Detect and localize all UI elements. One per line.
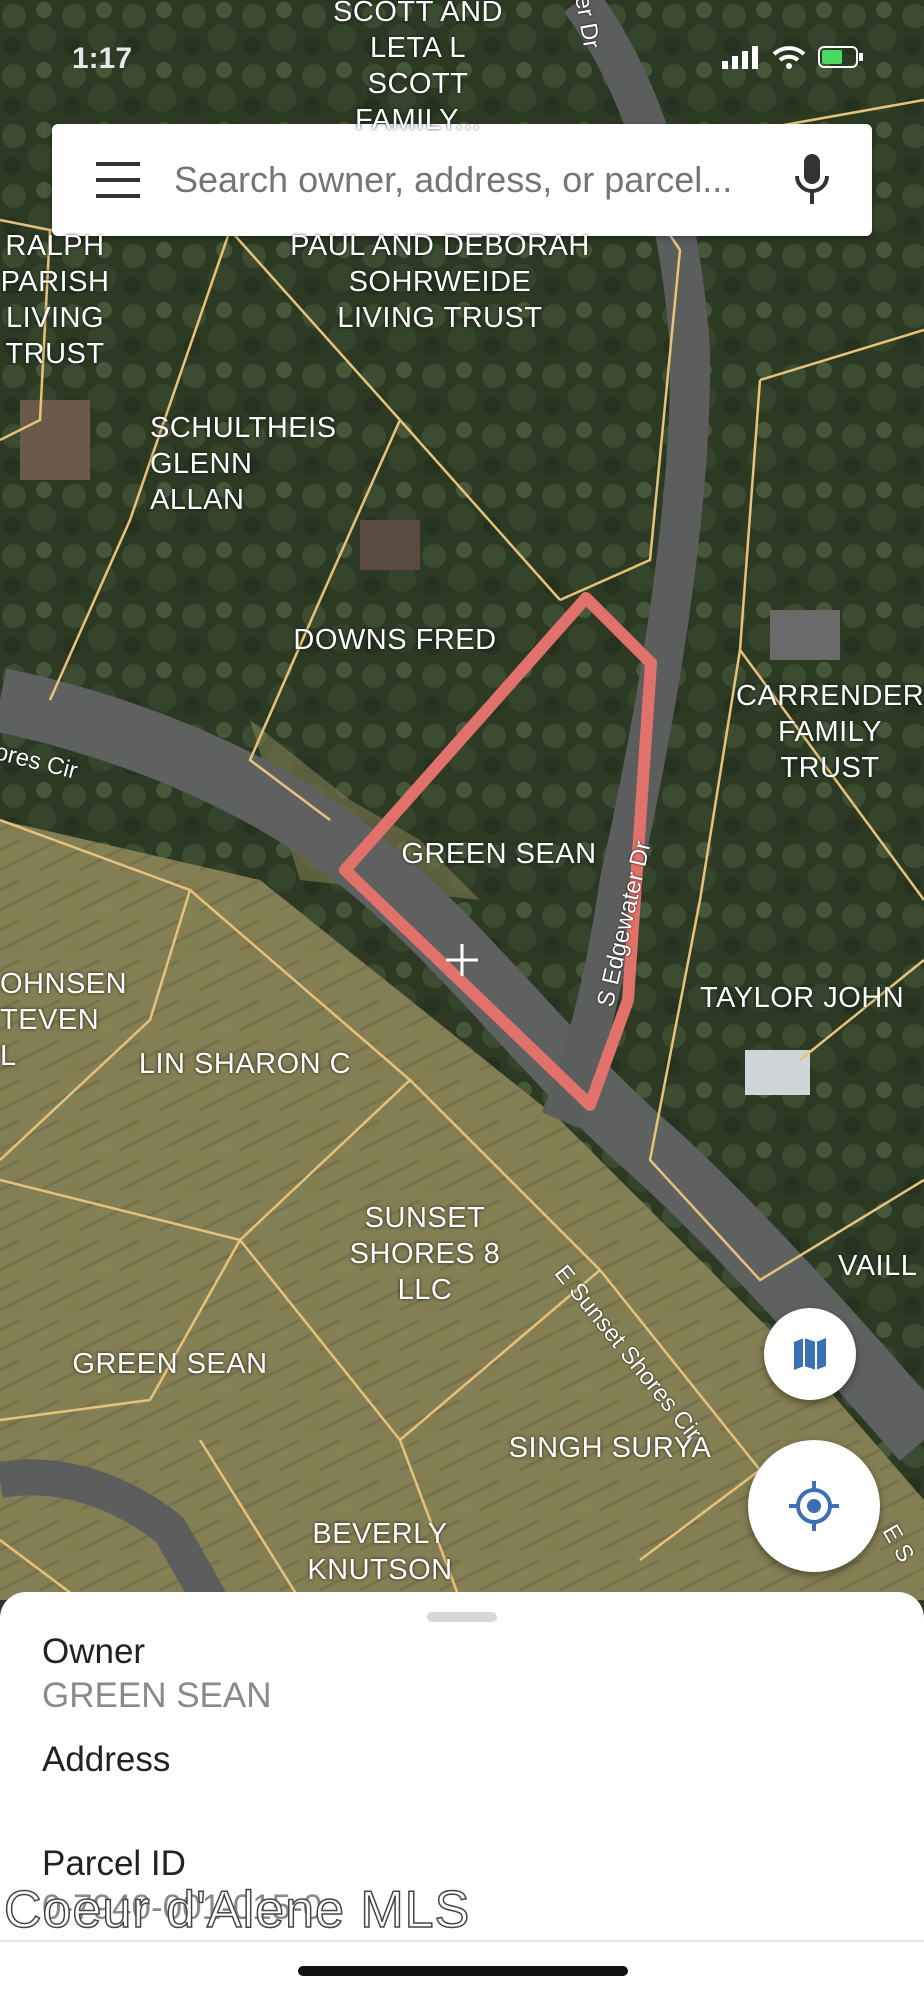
owner-value: GREEN SEAN (42, 1676, 272, 1715)
parcel-label[interactable]: BEVERLY KNUTSON (280, 1516, 480, 1588)
microphone-icon[interactable] (792, 152, 832, 208)
parcel-id-label: Parcel ID (42, 1844, 186, 1883)
owner-label: Owner (42, 1632, 146, 1671)
status-icons (720, 44, 864, 70)
parcel-label[interactable]: DOWNS FRED (280, 622, 510, 658)
mls-watermark: Coeur d'Alene MLS (3, 1880, 471, 1940)
wifi-icon (772, 46, 806, 69)
parcel-label[interactable]: CARRENDER FAMILY TRUST (736, 678, 924, 786)
status-time: 1:17 (72, 42, 133, 75)
parcel-label[interactable]: SUNSET SHORES 8 LLC (330, 1200, 520, 1308)
parcel-label-selected[interactable]: GREEN SEAN (384, 836, 614, 872)
signal-icon (722, 46, 758, 69)
parcel-label[interactable]: SCHULTHEIS GLENN ALLAN (140, 410, 400, 518)
battery-icon (818, 46, 863, 68)
home-indicator[interactable] (298, 1966, 628, 1976)
parcel-label[interactable]: RALPH PARISH LIVING TRUST (0, 228, 110, 372)
search-input[interactable] (172, 146, 776, 214)
divider (0, 1940, 924, 1942)
map-icon (794, 1338, 826, 1370)
crosshair-location-icon (789, 1481, 839, 1531)
sheet-drag-handle[interactable] (427, 1612, 497, 1622)
parcel-label[interactable]: OHNSEN TEVEN L (0, 966, 127, 1074)
search-bar (52, 124, 872, 236)
parcel-label[interactable]: GREEN SEAN (60, 1346, 280, 1382)
address-label: Address (42, 1740, 171, 1779)
parcel-label[interactable]: SCOTT AND LETA L SCOTT FAMILY... (318, 0, 518, 138)
parcel-label[interactable]: PAUL AND DEBORAH SOHRWEIDE LIVING TRUST (280, 228, 600, 336)
my-location-button[interactable] (748, 1440, 880, 1572)
parcel-label[interactable]: VAILL (838, 1248, 924, 1284)
hamburger-menu-icon[interactable] (96, 162, 140, 198)
parcel-label[interactable]: TAYLOR JOHN (700, 980, 924, 1016)
parcel-label[interactable]: LIN SHARON C (120, 1046, 370, 1082)
map-type-button[interactable] (764, 1308, 856, 1400)
